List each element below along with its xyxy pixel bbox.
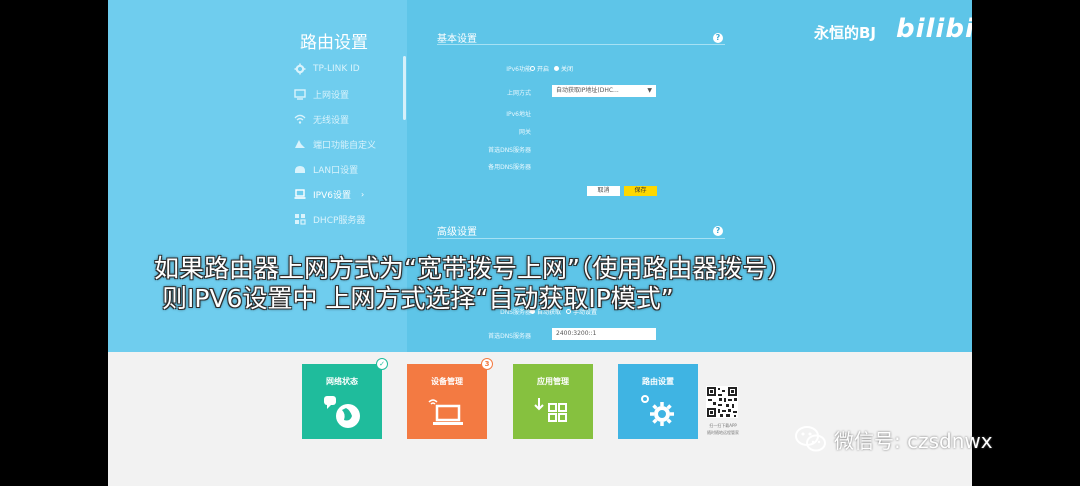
sidebar-item-lan[interactable]: LAN口设置 <box>294 159 358 179</box>
wan-type-value: 自动获取IP地址(DHC... <box>556 87 619 94</box>
sidebar-item-label: 上网设置 <box>313 90 350 101</box>
wan-type-select[interactable]: 自动获取IP地址(DHC... ▼ <box>552 85 656 97</box>
sidebar-item-internet[interactable]: 上网设置 <box>294 84 349 104</box>
tile-router-settings[interactable]: 路由设置 <box>618 364 698 439</box>
sidebar-scrollbar[interactable] <box>403 56 406 120</box>
qr-code <box>706 386 738 418</box>
advanced-primary-dns-label: 首选DNS服务器 <box>488 333 531 340</box>
cancel-button[interactable]: 取消 <box>587 186 620 196</box>
tile-label: 路由设置 <box>642 377 674 386</box>
tile-device-management[interactable]: 设备管理 3 <box>407 358 493 439</box>
tile-label: 网络状态 <box>326 377 358 386</box>
sidebar-item-label: DHCP服务器 <box>313 215 366 226</box>
ipv6-address-label: IPv6地址 <box>506 111 531 118</box>
primary-dns-input[interactable]: 2400:3200::1 <box>552 328 656 340</box>
primary-dns-label: 首选DNS服务器 <box>488 147 531 154</box>
tile-label: 设备管理 <box>431 377 463 386</box>
wechat-id: 微信号: czsdnwx <box>834 428 993 453</box>
secondary-dns-label: 备用DNS服务器 <box>488 164 531 171</box>
sidebar-item-wireless[interactable]: 无线设置 <box>294 109 349 129</box>
laptop-icon <box>425 392 469 432</box>
sidebar-item-label: IPV6设置 <box>313 190 351 201</box>
qr-caption: 随时随地远程管家 <box>707 430 739 435</box>
ports-icon <box>294 138 306 150</box>
wechat-icon <box>795 426 826 452</box>
dhcp-icon <box>294 213 306 225</box>
caret-down-icon: ▼ <box>647 87 652 94</box>
divider <box>437 238 725 239</box>
gateway-label: 网关 <box>518 129 531 136</box>
tile-network-status[interactable]: 网络状态 ✓ <box>302 358 388 439</box>
tile-label: 应用管理 <box>537 377 569 386</box>
advanced-settings-title: 高级设置 <box>437 227 477 238</box>
wan-type-label: 上网方式 <box>506 90 531 97</box>
help-icon[interactable]: ? <box>713 33 723 43</box>
sidebar-title: 路由设置 <box>300 33 368 53</box>
gear-icon <box>636 392 680 432</box>
ipv6-on-label: 开启 <box>537 66 550 73</box>
video-frame: 路由设置 TP-LINK ID 上网设置 无线设置 端口功能自定义 LAN口设置… <box>108 0 972 486</box>
ipv6-off-radio[interactable] <box>554 66 560 71</box>
subtitle-line-2: 则IPV6设置中 上网方式选择“自动获取IP模式” <box>162 284 674 313</box>
sidebar-item-label: 无线设置 <box>313 115 350 126</box>
check-badge: ✓ <box>376 358 388 370</box>
monitor-icon <box>294 88 306 100</box>
uploader-watermark: 永恒的BJ <box>814 24 877 42</box>
sidebar-item-label: LAN口设置 <box>313 165 359 176</box>
wechat-watermark: 微信号: czsdnwx <box>794 424 993 454</box>
qr-caption: 扫一扫下载APP <box>709 423 737 428</box>
tile-app-management[interactable]: 应用管理 <box>513 364 593 439</box>
ipv6-off-label: 关闭 <box>561 66 574 73</box>
laptop-icon <box>294 188 306 200</box>
chevron-right-icon: › <box>360 189 365 199</box>
basic-settings-title: 基本设置 <box>437 34 477 45</box>
device-count-badge: 3 <box>481 358 493 370</box>
bilibili-logo: bilibili <box>896 14 972 44</box>
apps-icon <box>531 392 575 432</box>
wifi-icon <box>294 113 306 125</box>
sidebar-item-ports[interactable]: 端口功能自定义 <box>294 134 376 154</box>
help-icon[interactable]: ? <box>713 226 723 236</box>
sidebar-item-dhcp[interactable]: DHCP服务器 <box>294 209 365 229</box>
sidebar-item-label: 端口功能自定义 <box>313 140 377 151</box>
lan-icon <box>294 163 306 175</box>
ipv6-function-radios: 开启 关闭 <box>525 64 573 73</box>
divider <box>437 44 725 45</box>
sidebar-item-label: TP-LINK ID <box>313 64 360 74</box>
ipv6-function-label: IPv6功能 <box>506 66 531 73</box>
save-button[interactable]: 保存 <box>624 186 657 196</box>
ipv6-on-radio[interactable] <box>530 66 535 71</box>
gear-icon <box>294 63 306 75</box>
sidebar-item-tplink-id[interactable]: TP-LINK ID <box>294 59 360 79</box>
sidebar-item-ipv6[interactable]: IPV6设置 › <box>294 184 364 204</box>
globe-icon <box>320 392 364 432</box>
